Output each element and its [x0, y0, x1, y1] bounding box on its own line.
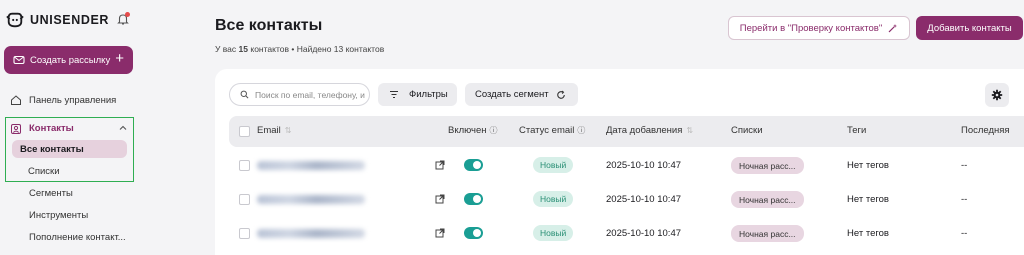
tags-value: Нет тегов	[847, 194, 889, 205]
home-icon	[11, 95, 21, 105]
filters-label: Фильтры	[409, 89, 448, 100]
email-redacted[interactable]	[257, 161, 365, 170]
summary-prefix: У вас	[215, 44, 237, 54]
enabled-toggle[interactable]	[464, 193, 483, 205]
add-contacts-button[interactable]: Добавить контакты	[916, 16, 1023, 40]
summary-suffix: контактов • Найдено 13 контактов	[250, 44, 385, 54]
table-header: Email ⇅ Включен ⓘ Статус email ⓘ Дата до…	[229, 116, 1024, 147]
table-row[interactable]: Новый 2025-10-10 10:47 Ночная расс... Не…	[229, 217, 1024, 251]
column-date-added[interactable]: Дата добавления ⇅	[606, 125, 693, 136]
notification-dot	[125, 12, 130, 17]
create-campaign-button[interactable]: Создать рассылку +	[4, 46, 133, 74]
status-badge: Новый	[533, 225, 574, 241]
summary-count: 15	[238, 44, 249, 54]
verify-button-label: Перейти в "Проверку контактов"	[739, 22, 883, 34]
plus-icon: +	[115, 50, 124, 67]
contacts-section-highlight: Контакты Все контакты Списки	[5, 117, 134, 182]
column-last[interactable]: Последняя	[961, 125, 1010, 136]
email-redacted[interactable]	[257, 229, 365, 238]
column-enabled[interactable]: Включен ⓘ	[448, 125, 498, 136]
row-checkbox[interactable]	[239, 228, 250, 239]
logo-text: UNISENDER	[30, 13, 110, 27]
last-value: --	[961, 194, 968, 205]
create-segment-button[interactable]: Создать сегмент	[465, 83, 578, 106]
open-external-icon[interactable]	[435, 228, 445, 238]
sidebar-item-all-contacts[interactable]: Все контакты	[12, 140, 127, 158]
create-campaign-label: Создать рассылку	[30, 54, 111, 66]
sort-icon: ⇅	[686, 126, 694, 135]
envelope-icon	[13, 55, 25, 65]
enabled-toggle[interactable]	[464, 227, 483, 239]
magic-wand-icon	[888, 23, 898, 32]
email-redacted[interactable]	[257, 195, 365, 204]
column-email-status[interactable]: Статус email ⓘ	[519, 125, 585, 136]
table-settings-button[interactable]	[985, 83, 1009, 107]
select-all-checkbox[interactable]	[239, 126, 250, 137]
column-enabled-label: Включен	[448, 125, 487, 136]
search-icon	[240, 90, 249, 99]
notification-bell-icon[interactable]	[116, 12, 130, 26]
row-checkbox[interactable]	[239, 160, 250, 171]
column-tags[interactable]: Теги	[847, 125, 866, 136]
column-date-added-label: Дата добавления	[606, 125, 683, 136]
search-placeholder: Поиск по email, телефону, и	[255, 89, 365, 100]
sidebar-item-contacts[interactable]: Контакты	[10, 121, 128, 136]
column-email[interactable]: Email ⇅	[257, 125, 291, 136]
sort-icon: ⇅	[284, 126, 292, 135]
row-checkbox[interactable]	[239, 194, 250, 205]
list-badge[interactable]: Ночная расс...	[731, 157, 804, 174]
sidebar-item-segments[interactable]: Сегменты	[29, 188, 73, 202]
filters-button[interactable]: Фильтры	[378, 83, 457, 106]
sidebar-item-dashboard-label: Панель управления	[29, 94, 117, 106]
date-added: 2025-10-10 10:47	[606, 228, 682, 239]
contacts-table-card: Поиск по email, телефону, и Фильтры Созд…	[215, 69, 1024, 255]
table-row[interactable]: Новый 2025-10-10 10:47 Ночная расс... Не…	[229, 149, 1024, 183]
info-icon: ⓘ	[577, 126, 586, 135]
open-external-icon[interactable]	[435, 194, 445, 204]
sidebar-item-lists[interactable]: Списки	[28, 166, 60, 180]
sidebar-item-tools[interactable]: Инструменты	[29, 210, 88, 224]
status-badge: Новый	[533, 157, 574, 173]
column-email-label: Email	[257, 125, 281, 136]
create-segment-label: Создать сегмент	[475, 89, 549, 100]
contacts-count-summary: У вас 15 контактов • Найдено 13 контакто…	[215, 44, 384, 54]
status-badge: Новый	[533, 191, 574, 207]
list-badge[interactable]: Ночная расс...	[731, 191, 804, 208]
enabled-toggle[interactable]	[464, 159, 483, 171]
last-value: --	[961, 228, 968, 239]
page-title: Все контакты	[215, 17, 323, 34]
last-value: --	[961, 160, 968, 171]
chevron-up-icon[interactable]	[118, 123, 128, 133]
logo[interactable]: UNISENDER	[6, 10, 132, 30]
sidebar-item-contacts-label: Контакты	[29, 123, 74, 134]
table-row[interactable]: Новый 2025-10-10 10:47 Ночная расс... Не…	[229, 183, 1024, 217]
refresh-icon	[556, 90, 565, 99]
contacts-icon	[11, 123, 21, 134]
list-badge[interactable]: Ночная расс...	[731, 225, 804, 242]
unisender-logo-icon	[6, 12, 24, 28]
column-email-status-label: Статус email	[519, 125, 575, 136]
date-added: 2025-10-10 10:47	[606, 194, 682, 205]
go-to-contact-verification-button[interactable]: Перейти в "Проверку контактов"	[728, 16, 910, 40]
tags-value: Нет тегов	[847, 228, 889, 239]
filter-icon	[390, 90, 398, 99]
sidebar-item-contacts-import[interactable]: Пополнение контакт...	[29, 232, 126, 246]
open-external-icon[interactable]	[435, 160, 445, 170]
search-input[interactable]: Поиск по email, телефону, и	[229, 83, 370, 106]
sidebar: UNISENDER Создать рассылку + Панель упра…	[0, 0, 142, 255]
gear-icon	[991, 89, 1003, 101]
column-lists[interactable]: Списки	[731, 125, 763, 136]
date-added: 2025-10-10 10:47	[606, 160, 682, 171]
sidebar-item-dashboard[interactable]: Панель управления	[10, 92, 116, 108]
info-icon: ⓘ	[489, 126, 498, 135]
tags-value: Нет тегов	[847, 160, 889, 171]
